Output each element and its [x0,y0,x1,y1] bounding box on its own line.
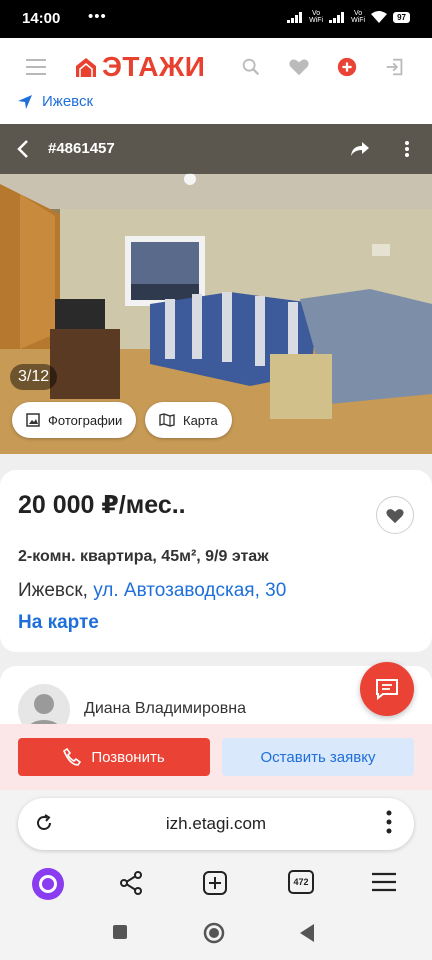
logo-text: ЭТАЖИ [102,51,206,82]
recent-apps-icon[interactable] [112,924,128,940]
add-listing-icon[interactable] [336,56,358,78]
status-bar: 14:00 ••• Vo WiFi Vo WiFi 97 [0,0,432,38]
signal-icon [329,11,345,23]
new-tab-icon[interactable] [202,870,228,896]
call-label: Позвонить [91,748,165,766]
signal-icon [287,11,303,23]
request-label: Оставить заявку [260,748,376,766]
more-vert-icon[interactable] [386,810,392,834]
contact-action-bar: Позвонить Оставить заявку [0,724,432,790]
address: Ижевск, ул. Автозаводская, 30 [18,580,286,602]
call-button[interactable]: Позвонить [18,738,210,776]
photo-counter: 3/12 [10,364,58,390]
system-navigation-bar [0,910,432,960]
agent-name: Диана Владимировна [84,700,246,717]
status-dots: ••• [88,8,107,25]
share-icon[interactable] [350,141,370,157]
photos-label: Фотографии [48,412,123,428]
menu-icon[interactable] [370,871,398,893]
favorite-button[interactable] [376,496,414,534]
price: 20 000 ₽/мес.. [18,491,186,519]
vowifi-label: Vo WiFi [309,10,324,24]
leave-request-button[interactable]: Оставить заявку [222,738,414,776]
on-map-link[interactable]: На карте [18,612,99,634]
map-label: Карта [183,412,218,428]
site-header: ЭТАЖИ Ижевск [0,38,432,124]
photo-top-bar: #4861457 [0,124,432,174]
map-button[interactable]: Карта [145,402,232,438]
address-bar[interactable]: izh.etagi.com [18,798,414,850]
listing-id: #4861457 [48,140,115,157]
chat-icon [376,679,398,700]
listing-photo[interactable]: #4861457 3/12 Фотографии Карта [0,124,432,454]
site-logo[interactable]: ЭТАЖИ [74,51,205,83]
heart-icon [386,509,404,524]
photos-button[interactable]: Фотографии [12,402,137,438]
tabs-counter-button[interactable]: 472 [288,870,314,894]
wifi-icon [371,11,388,23]
address-street-link[interactable]: ул. Автозаводская, 30 [93,580,286,601]
listing-card: 20 000 ₽/мес.. 2-комн. квартира, 45м², 9… [0,470,432,652]
apartment-specs: 2-комн. квартира, 45м², 9/9 этаж [18,548,269,565]
image-icon [26,413,40,427]
alice-assistant-icon[interactable] [30,866,66,902]
home-icon[interactable] [203,922,225,944]
status-time: 14:00 [22,10,61,27]
map-icon [159,413,175,427]
login-icon[interactable] [384,56,406,78]
more-vert-icon[interactable] [404,140,410,158]
url-text: izh.etagi.com [165,814,267,833]
heart-icon[interactable] [288,56,310,78]
menu-icon[interactable] [26,59,46,75]
back-icon[interactable] [298,923,316,943]
location-arrow-icon [18,94,32,109]
battery-indicator: 97 [393,11,410,23]
back-arrow-icon[interactable] [16,140,30,158]
share-icon[interactable] [118,870,144,896]
vowifi-label: Vo WiFi [351,10,366,24]
city-label: Ижевск [42,93,94,110]
chat-button[interactable] [360,662,414,716]
browser-toolbar: izh.etagi.com 472 [0,790,432,910]
house-logo-icon [76,58,96,77]
city-selector[interactable]: Ижевск [18,93,93,110]
search-icon[interactable] [240,56,262,78]
address-city: Ижевск, [18,580,88,601]
phone-icon [63,748,82,766]
